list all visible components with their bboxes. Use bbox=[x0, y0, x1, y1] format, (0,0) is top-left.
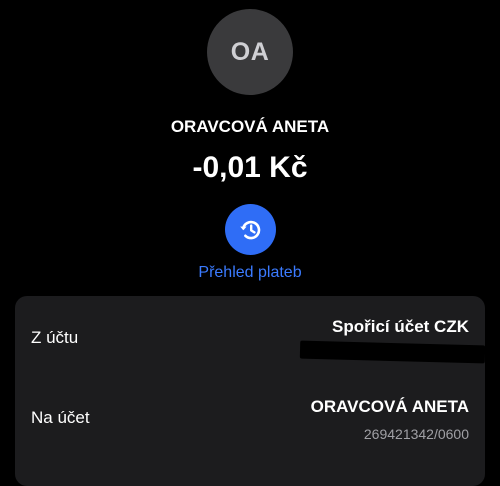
payment-details-card: Z účtu Spořicí účet CZK Na účet ORAVCOVÁ… bbox=[15, 296, 486, 486]
avatar-initials: OA bbox=[230, 37, 270, 66]
avatar: OA bbox=[207, 9, 293, 95]
to-account-value: ORAVCOVÁ ANETA bbox=[310, 397, 469, 416]
payment-history-link[interactable]: Přehled plateb bbox=[0, 264, 500, 282]
from-account-label: Z účtu bbox=[31, 328, 79, 347]
history-clock-icon bbox=[239, 220, 260, 239]
to-account-label: Na účet bbox=[31, 408, 90, 427]
payment-history-button[interactable] bbox=[225, 204, 276, 255]
to-account-number: 269421342/0600 bbox=[363, 426, 469, 442]
redaction-mark bbox=[299, 340, 486, 364]
from-account-value: Spořicí účet CZK bbox=[332, 317, 469, 336]
payment-amount: -0,01 Kč bbox=[192, 151, 308, 184]
payee-name: ORAVCOVÁ ANETA bbox=[170, 117, 330, 136]
